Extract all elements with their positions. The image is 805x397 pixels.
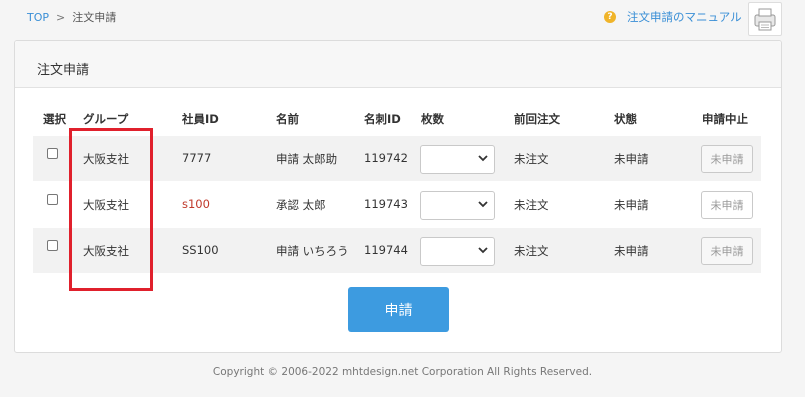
breadcrumb: TOP > 注文申請 xyxy=(27,9,116,25)
panel-header: 注文申請 xyxy=(15,41,781,88)
chevron-down-icon xyxy=(478,201,488,208)
last-order-cell: 未注文 xyxy=(514,244,549,258)
last-order-cell: 未注文 xyxy=(514,198,549,212)
employee-id-cell: s100 xyxy=(182,197,210,211)
employee-id-cell: 7777 xyxy=(182,151,212,165)
footer-copyright: Copyright © 2006-2022 mhtdesign.net Corp… xyxy=(212,366,593,378)
name-cell: 申請 いちろう xyxy=(276,244,349,258)
row-select-checkbox[interactable] xyxy=(47,148,58,159)
cancel-request-button[interactable]: 未申請 xyxy=(701,145,753,173)
header-last-order: 前回注文 xyxy=(514,112,560,126)
quantity-select[interactable] xyxy=(420,145,495,174)
header-name: 名前 xyxy=(276,112,299,126)
manual-link-label[interactable]: 注文申請のマニュアル xyxy=(627,9,742,25)
card-id-cell: 119742 xyxy=(364,151,408,165)
header-select: 選択 xyxy=(43,112,66,126)
header-status: 状態 xyxy=(614,112,637,126)
quantity-select[interactable] xyxy=(420,191,495,220)
header-quantity: 枚数 xyxy=(421,112,444,126)
row-select-checkbox[interactable] xyxy=(47,240,58,251)
cancel-request-button[interactable]: 未申請 xyxy=(701,237,753,265)
status-cell: 未申請 xyxy=(614,244,649,258)
top-bar: TOP > 注文申請 ? 注文申請のマニュアル xyxy=(0,0,805,36)
header-card-id: 名刺ID xyxy=(364,112,401,126)
help-icon: ? xyxy=(604,11,616,23)
status-cell: 未申請 xyxy=(614,152,649,166)
row-select-checkbox[interactable] xyxy=(47,194,58,205)
printer-icon[interactable] xyxy=(748,2,782,36)
card-id-cell: 119743 xyxy=(364,197,408,211)
highlight-annotation-box xyxy=(69,128,153,291)
chevron-down-icon xyxy=(478,247,488,254)
breadcrumb-current: 注文申請 xyxy=(72,11,117,24)
header-group: グループ xyxy=(83,112,129,126)
panel-title: 注文申請 xyxy=(37,63,90,78)
name-cell: 承認 太郎 xyxy=(276,198,326,212)
submit-request-button[interactable]: 申請 xyxy=(348,287,449,332)
header-cancel: 申請中止 xyxy=(702,112,748,126)
chevron-down-icon xyxy=(478,155,488,162)
breadcrumb-separator: > xyxy=(56,11,66,24)
name-cell: 申請 太郎助 xyxy=(276,152,338,166)
quantity-select[interactable] xyxy=(420,237,495,266)
breadcrumb-top-link[interactable]: TOP xyxy=(27,11,49,24)
card-id-cell: 119744 xyxy=(364,243,408,257)
manual-link[interactable]: ? 注文申請のマニュアル xyxy=(604,9,742,25)
last-order-cell: 未注文 xyxy=(514,152,549,166)
cancel-request-button[interactable]: 未申請 xyxy=(701,191,753,219)
header-employee-id: 社員ID xyxy=(182,112,219,126)
employee-id-cell: SS100 xyxy=(182,243,219,257)
status-cell: 未申請 xyxy=(614,198,649,212)
